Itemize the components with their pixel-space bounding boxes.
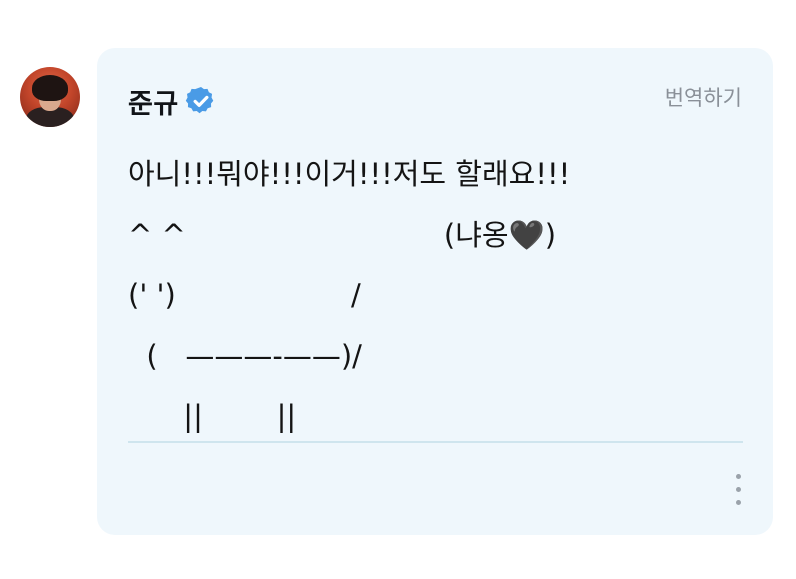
post-card: 준규 번역하기 아니!!!뭐야!!!이거!!!저도 할래요!!! ^ ^ (냐옹… bbox=[97, 48, 773, 535]
more-dot bbox=[736, 474, 741, 479]
more-dot bbox=[736, 487, 741, 492]
post-message: 아니!!!뭐야!!!이거!!!저도 할래요!!! ^ ^ (냐옹🖤) (' ')… bbox=[128, 157, 571, 433]
divider bbox=[128, 441, 743, 443]
author-name[interactable]: 준규 bbox=[128, 82, 179, 121]
translate-button[interactable]: 번역하기 bbox=[665, 82, 742, 112]
avatar[interactable] bbox=[20, 67, 80, 127]
verified-check-icon bbox=[185, 87, 213, 114]
avatar-hair bbox=[32, 75, 68, 101]
author-row: 준규 bbox=[128, 82, 217, 121]
post-view: 준규 번역하기 아니!!!뭐야!!!이거!!!저도 할래요!!! ^ ^ (냐옹… bbox=[0, 0, 796, 579]
more-vertical-icon[interactable] bbox=[730, 472, 748, 510]
more-dot bbox=[736, 500, 741, 505]
